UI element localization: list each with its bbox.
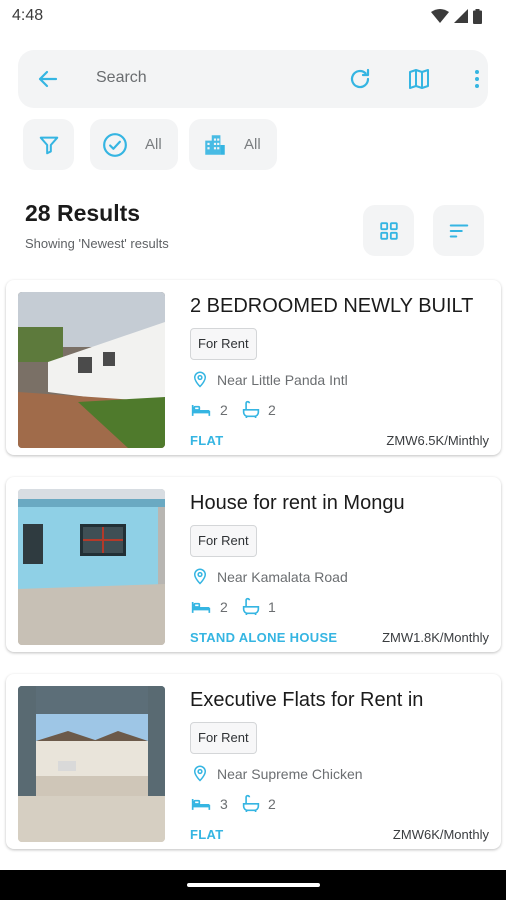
bed-icon xyxy=(191,405,211,416)
location-pin-icon xyxy=(193,371,207,388)
listing-bathrooms: 2 xyxy=(268,402,276,418)
listing-bedrooms: 2 xyxy=(220,599,228,615)
search-bar[interactable]: Search xyxy=(18,50,488,108)
status-icons xyxy=(431,8,482,24)
listing-title[interactable]: House for rent in Mongu xyxy=(190,492,405,515)
listing-photo[interactable] xyxy=(18,686,165,842)
grid-icon xyxy=(379,221,398,240)
search-input[interactable]: Search xyxy=(96,69,147,87)
listing-card[interactable]: House for rent in Mongu For Rent Near Ka… xyxy=(6,477,501,652)
bed-icon xyxy=(191,602,211,613)
back-arrow-icon[interactable] xyxy=(36,67,60,91)
battery-icon xyxy=(473,8,482,24)
bathtub-icon xyxy=(242,794,260,812)
listing-price: ZMW1.8K/Monthly xyxy=(382,630,489,645)
refresh-icon[interactable] xyxy=(348,67,372,91)
status-bar: 4:48 xyxy=(0,0,506,32)
listing-type: FLAT xyxy=(190,433,224,448)
listing-status-badge: For Rent xyxy=(190,525,257,557)
status-time: 4:48 xyxy=(12,7,44,24)
check-circle-icon xyxy=(103,132,127,157)
type-filter-label: All xyxy=(244,136,261,153)
listing-location: Near Kamalata Road xyxy=(217,569,348,585)
filter-button[interactable] xyxy=(23,119,74,170)
bed-icon xyxy=(191,799,211,810)
map-icon[interactable] xyxy=(407,67,431,91)
system-navigation-bar xyxy=(0,870,506,900)
listing-price: ZMW6.5K/Minthly xyxy=(386,433,489,448)
status-filter-label: All xyxy=(145,136,162,153)
listing-bathrooms: 1 xyxy=(268,599,276,615)
location-pin-icon xyxy=(193,765,207,782)
listing-bedrooms: 2 xyxy=(220,402,228,418)
sort-icon xyxy=(449,223,468,238)
listing-title[interactable]: Executive Flats for Rent in xyxy=(190,689,423,712)
bathtub-icon xyxy=(242,597,260,615)
listing-photo[interactable] xyxy=(18,489,165,645)
listing-price: ZMW6K/Monthly xyxy=(392,827,489,842)
status-filter-chip[interactable]: All xyxy=(90,119,178,170)
buildings-icon xyxy=(205,134,225,155)
more-vertical-icon[interactable] xyxy=(465,67,489,91)
wifi-icon xyxy=(431,9,449,23)
filter-icon xyxy=(39,136,58,154)
type-filter-chip[interactable]: All xyxy=(189,119,277,170)
listing-title[interactable]: 2 BEDROOMED NEWLY BUILT xyxy=(190,295,473,318)
listing-location: Near Little Panda Intl xyxy=(217,372,348,388)
location-pin-icon xyxy=(193,568,207,585)
home-gesture-handle[interactable] xyxy=(187,883,320,887)
listing-bathrooms: 2 xyxy=(268,796,276,812)
listing-photo[interactable] xyxy=(18,292,165,448)
listing-status-badge: For Rent xyxy=(190,722,257,754)
sort-button[interactable] xyxy=(433,205,484,256)
listing-type: FLAT xyxy=(190,827,224,842)
listing-card[interactable]: 2 BEDROOMED NEWLY BUILT For Rent Near Li… xyxy=(6,280,501,455)
results-sort-subtitle: Showing 'Newest' results xyxy=(25,236,169,251)
listing-bedrooms: 3 xyxy=(220,796,228,812)
listing-location: Near Supreme Chicken xyxy=(217,766,363,782)
listing-status-badge: For Rent xyxy=(190,328,257,360)
listing-card[interactable]: Executive Flats for Rent in For Rent Nea… xyxy=(6,674,501,849)
signal-icon xyxy=(454,9,468,23)
results-count: 28 Results xyxy=(25,200,141,226)
bathtub-icon xyxy=(242,400,260,418)
grid-view-button[interactable] xyxy=(363,205,414,256)
listing-type: STAND ALONE HOUSE xyxy=(190,630,338,645)
